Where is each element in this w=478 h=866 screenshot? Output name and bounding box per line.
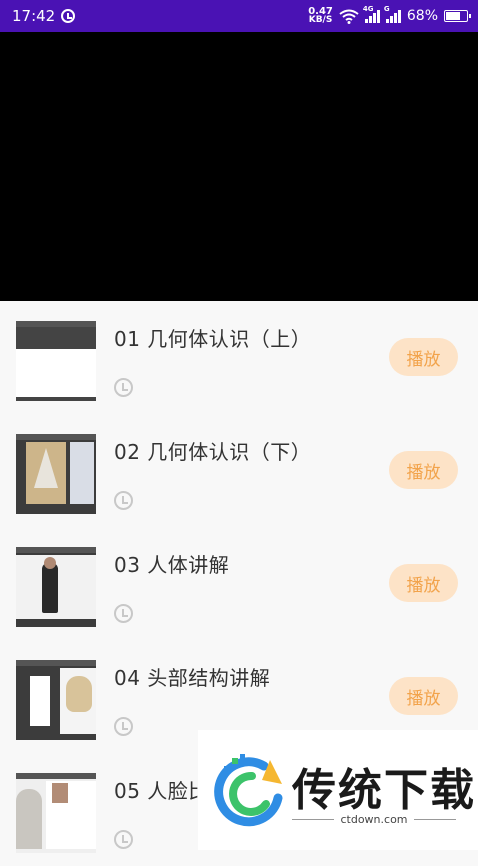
- video-player[interactable]: [0, 32, 478, 301]
- watermark-url: ctdown.com: [292, 813, 456, 826]
- watermark-logo: 传统下载 ctdown.com: [198, 730, 478, 850]
- video-thumbnail[interactable]: [16, 660, 96, 740]
- video-thumbnail[interactable]: [16, 321, 96, 401]
- play-button[interactable]: 播放: [389, 338, 458, 376]
- clock-icon: [114, 378, 133, 397]
- watermark-name: 传统下载: [292, 765, 476, 816]
- status-time: 17:42: [12, 7, 56, 25]
- play-button[interactable]: 播放: [389, 451, 458, 489]
- alarm-icon: [61, 9, 76, 23]
- video-title: 04 头部结构讲解: [114, 666, 271, 690]
- clock-icon: [114, 491, 133, 510]
- wifi-icon: [339, 9, 359, 24]
- video-title: 05 人脸比: [114, 779, 209, 803]
- list-item[interactable]: 02 几何体认识（下） 播放: [0, 414, 478, 527]
- video-thumbnail[interactable]: [16, 434, 96, 514]
- network-speed: 0.47 KB/S: [308, 6, 333, 25]
- signal-4g-icon: 4G: [363, 5, 380, 23]
- signal-g-icon: G: [384, 5, 401, 23]
- video-title: 02 几何体认识（下）: [114, 440, 312, 464]
- battery-icon: [444, 10, 471, 22]
- clock-icon: [114, 604, 133, 623]
- video-title: 03 人体讲解: [114, 553, 230, 577]
- play-button[interactable]: 播放: [389, 677, 458, 715]
- video-title: 01 几何体认识（上）: [114, 327, 312, 351]
- video-thumbnail[interactable]: [16, 547, 96, 627]
- ctdown-logo-icon: [214, 754, 283, 827]
- clock-icon: [114, 830, 133, 849]
- list-item[interactable]: 03 人体讲解 播放: [0, 527, 478, 640]
- battery-percent: 68%: [406, 8, 438, 24]
- play-button[interactable]: 播放: [389, 564, 458, 602]
- clock-icon: [114, 717, 133, 736]
- list-item[interactable]: 01 几何体认识（上） 播放: [0, 301, 478, 414]
- status-bar: 17:42 0.47 KB/S 4G G 68%: [0, 0, 478, 32]
- video-thumbnail[interactable]: [16, 773, 96, 853]
